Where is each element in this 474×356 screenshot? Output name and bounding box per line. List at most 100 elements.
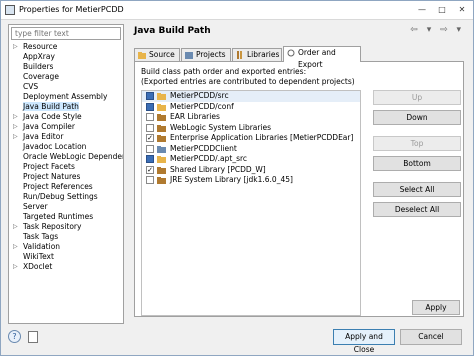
tree-item[interactable]: Project Natures <box>9 172 123 182</box>
entry-icon <box>157 103 166 111</box>
tree-item[interactable]: Deployment Assembly <box>9 92 123 102</box>
tree-item[interactable]: WikiText <box>9 252 123 262</box>
entry-label: MetierPCDDClient <box>170 143 237 153</box>
cancel-button[interactable]: Cancel <box>400 329 462 345</box>
expand-arrow-icon[interactable]: ▷ <box>13 242 18 252</box>
tree-item[interactable]: ▷ Java Code Style <box>9 112 123 122</box>
tree-item[interactable]: Java Build Path <box>9 102 123 112</box>
eclipse-app-icon <box>5 5 15 15</box>
tree-item[interactable]: Javadoc Location <box>9 142 123 152</box>
tree-item-label: Resource <box>23 42 58 51</box>
entry-label: MetierPCDD/.apt_src <box>170 154 248 163</box>
tree-item-label: Coverage <box>23 72 59 81</box>
tree-item[interactable]: AppXray <box>9 52 123 62</box>
classpath-entry[interactable]: JRE System Library [jdk1.6.0_45] <box>142 175 360 186</box>
up-button[interactable]: Up <box>373 90 461 105</box>
tree-item-label: Task Tags <box>23 232 59 241</box>
tree-item[interactable]: Run/Debug Settings <box>9 192 123 202</box>
maximize-icon[interactable]: □ <box>435 4 449 16</box>
tree-item[interactable]: Server <box>9 202 123 212</box>
classpath-entry[interactable]: WebLogic System Libraries <box>142 123 360 134</box>
tree-item[interactable]: Oracle WebLogic Dependen <box>9 152 123 162</box>
tab-order-and-export[interactable]: Order and Export <box>283 46 361 69</box>
apply-and-close-button[interactable]: Apply and Close <box>333 329 395 354</box>
tree-item-label: Javadoc Location <box>23 142 87 151</box>
expand-arrow-icon[interactable]: ▷ <box>13 122 18 132</box>
export-checkbox[interactable]: ✓ <box>146 134 154 142</box>
tree-item-label: Java Code Style <box>23 112 82 121</box>
tree-item[interactable]: Coverage <box>9 72 123 82</box>
expand-arrow-icon[interactable]: ▷ <box>13 132 18 142</box>
classpath-entry[interactable]: EAR Libraries <box>142 112 360 123</box>
window-title: Properties for MetierPCDD <box>19 5 124 14</box>
select-all-button[interactable]: Select All <box>373 182 461 197</box>
expand-arrow-icon[interactable]: ▷ <box>13 262 18 272</box>
tree-item[interactable]: Builders <box>9 62 123 72</box>
tree-item[interactable]: Task Tags <box>9 232 123 242</box>
description-line: (Exported entries are contributed to dep… <box>141 77 355 86</box>
classpath-entry[interactable]: MetierPCDD/.apt_src <box>142 154 360 165</box>
entry-icon <box>157 145 166 153</box>
order-export-icon <box>287 49 295 57</box>
filter-input[interactable] <box>11 27 121 40</box>
entry-label: JRE System Library [jdk1.6.0_45] <box>170 175 293 184</box>
tree-item[interactable]: ▷ Validation <box>9 242 123 252</box>
export-checkbox[interactable] <box>146 92 154 100</box>
tree-item-label: AppXray <box>23 52 55 61</box>
apply-button[interactable]: Apply <box>412 300 460 315</box>
expand-arrow-icon[interactable]: ▷ <box>13 42 18 52</box>
import-export-icon[interactable] <box>28 331 38 343</box>
top-button[interactable]: Top <box>373 136 461 151</box>
property-page: Java Build Path ⇦ ▾ ⇨ ▾ Source Projects … <box>130 22 468 322</box>
close-icon[interactable]: ✕ <box>455 4 469 16</box>
export-checkbox[interactable] <box>146 144 154 153</box>
tab-label: Source <box>149 50 175 59</box>
description: Build class path order and exported entr… <box>141 67 355 87</box>
tree-item[interactable]: ▷ Resource <box>9 42 123 52</box>
entry-icon <box>157 135 166 142</box>
export-checkbox[interactable] <box>146 113 154 121</box>
category-tree: ▷ Resource AppXray Builders Coverage CVS Deplo… <box>9 42 123 322</box>
classpath-entry[interactable]: MetierPCDDClient <box>142 144 360 155</box>
tree-item[interactable]: ▷ Java Compiler <box>9 122 123 132</box>
tree-item-label: Validation <box>23 242 61 251</box>
tab-label: Libraries <box>247 50 280 59</box>
export-checkbox[interactable] <box>146 155 154 163</box>
classpath-entry[interactable]: MetierPCDD/conf <box>142 102 360 113</box>
tree-item-label: Builders <box>23 62 54 71</box>
classpath-entry[interactable]: MetierPCDD/src <box>142 91 360 102</box>
tree-item[interactable]: CVS <box>9 82 123 92</box>
classpath-entry[interactable]: ✓ Enterprise Application Libraries [Metie… <box>142 133 360 144</box>
export-checkbox[interactable] <box>146 102 154 111</box>
order-export-panel: Build class path order and exported entr… <box>134 61 464 317</box>
tab-projects[interactable]: Projects <box>181 48 231 61</box>
tree-item-label: WikiText <box>23 252 54 261</box>
classpath-entry[interactable]: ✓ Shared Library [PCDD_W] <box>142 165 360 176</box>
export-checkbox[interactable] <box>146 176 154 184</box>
deselect-all-button[interactable]: Deselect All <box>373 202 461 217</box>
tree-item[interactable]: ▷ Task Repository <box>9 222 123 232</box>
help-icon[interactable]: ? <box>8 330 21 343</box>
export-checkbox[interactable]: ✓ <box>146 165 154 174</box>
tab-source[interactable]: Source <box>134 48 180 61</box>
dialog-button-bar: ? Apply and Close Cancel <box>0 323 472 355</box>
minimize-icon[interactable]: — <box>415 4 429 16</box>
export-checkbox[interactable] <box>146 123 154 132</box>
history-nav-icons[interactable]: ⇦ ▾ ⇨ ▾ <box>410 25 464 35</box>
entry-label: WebLogic System Libraries <box>170 122 272 132</box>
entry-icon <box>157 166 166 174</box>
tree-item[interactable]: Targeted Runtimes <box>9 212 123 222</box>
source-folder-icon <box>138 52 146 59</box>
tree-item[interactable]: ▷ XDoclet <box>9 262 123 272</box>
tree-item-label: Java Build Path <box>23 102 79 111</box>
tab-libraries[interactable]: Libraries <box>232 48 282 61</box>
tree-item[interactable]: Project Facets <box>9 162 123 172</box>
tree-item-label: Project Natures <box>23 172 81 181</box>
expand-arrow-icon[interactable]: ▷ <box>13 112 18 122</box>
tree-item-label: Oracle WebLogic Dependen <box>23 152 123 161</box>
tree-item[interactable]: Project References <box>9 182 123 192</box>
bottom-button[interactable]: Bottom <box>373 156 461 171</box>
tree-item[interactable]: ▷ Java Editor <box>9 132 123 142</box>
expand-arrow-icon[interactable]: ▷ <box>13 222 18 232</box>
down-button[interactable]: Down <box>373 110 461 125</box>
